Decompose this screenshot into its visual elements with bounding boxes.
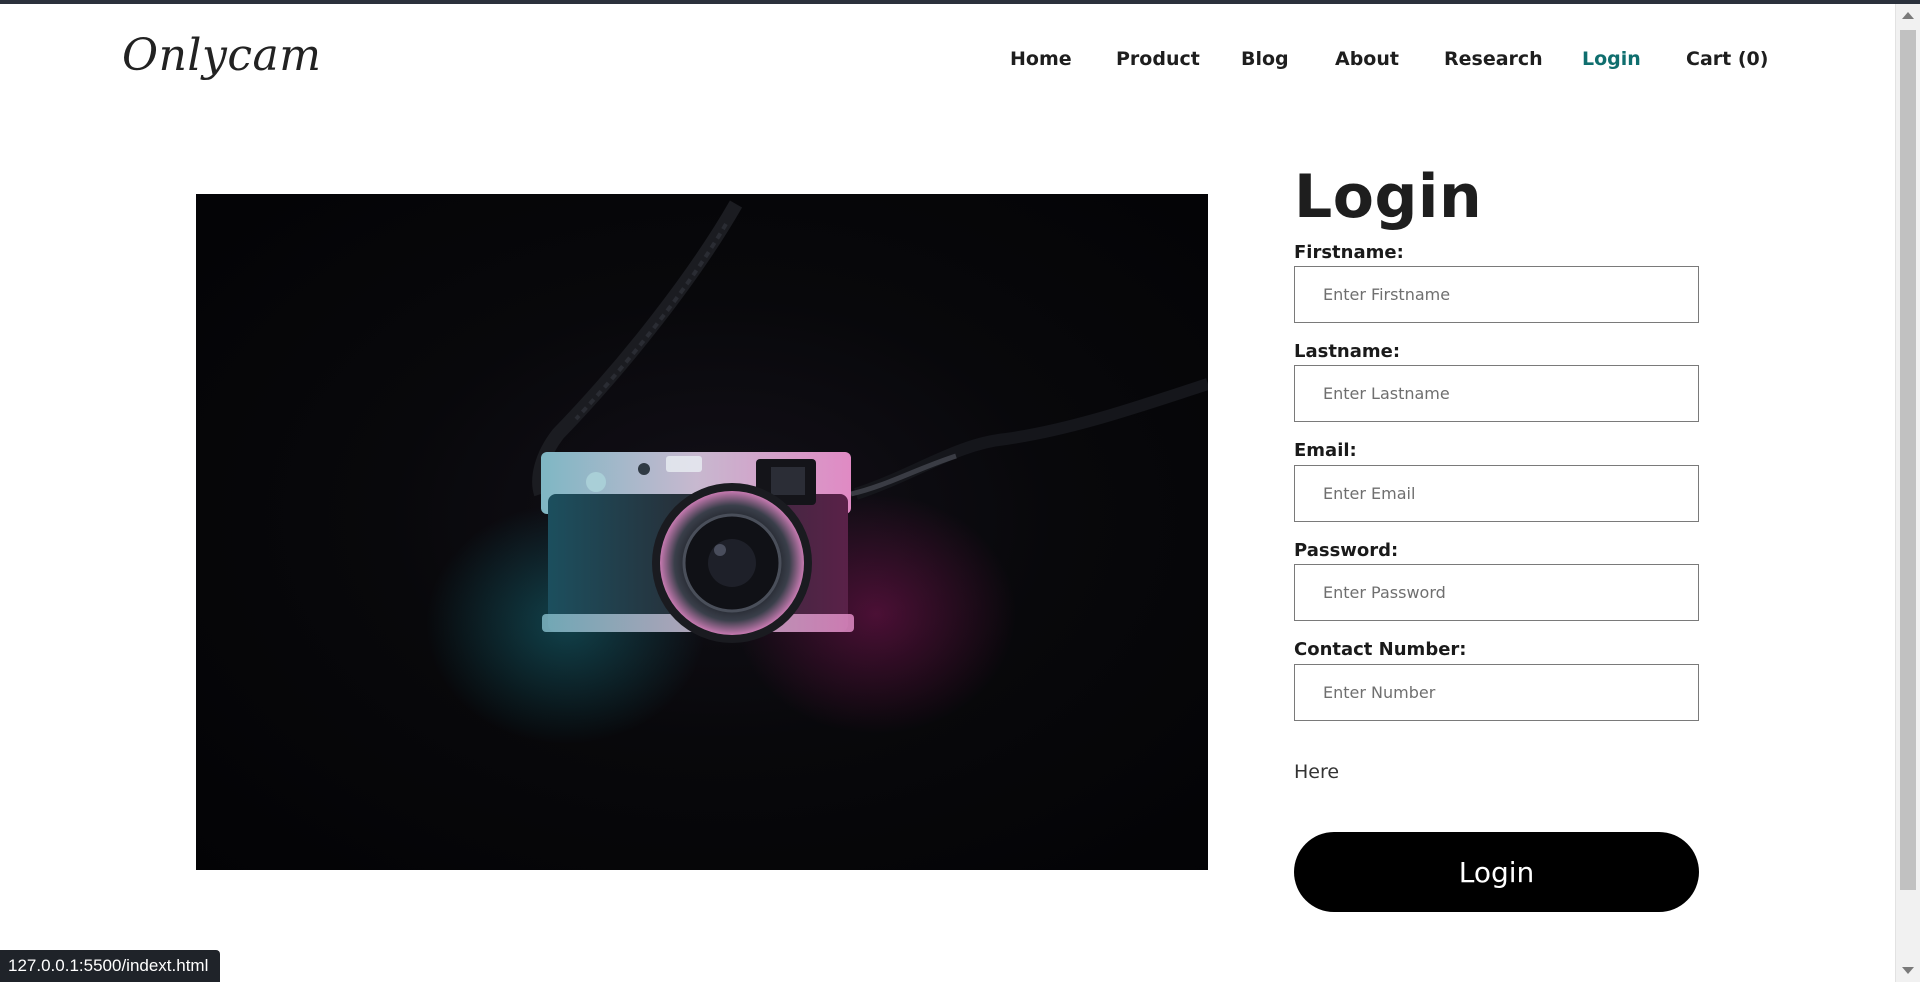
vertical-scrollbar[interactable] [1895, 4, 1920, 982]
scrollbar-thumb[interactable] [1900, 30, 1916, 890]
status-bar-url: 127.0.0.1:5500/indext.html [0, 950, 221, 982]
firstname-input[interactable] [1294, 266, 1699, 323]
nav-cart-link[interactable]: Cart (0) [1686, 48, 1768, 70]
password-label: Password: [1294, 540, 1399, 561]
page: Onlycam Home Product Blog About Research… [0, 4, 1895, 982]
scroll-down-arrow-icon[interactable] [1902, 967, 1914, 974]
nav-product-link[interactable]: Product [1116, 48, 1200, 70]
nav-about-link[interactable]: About [1335, 48, 1399, 70]
lastname-label: Lastname: [1294, 341, 1401, 362]
hero-camera-photo [196, 194, 1208, 870]
scroll-up-arrow-icon[interactable] [1902, 12, 1914, 19]
contact-number-label: Contact Number: [1294, 639, 1467, 660]
login-submit-button[interactable]: Login [1294, 832, 1699, 912]
firstname-label: Firstname: [1294, 242, 1404, 263]
password-input[interactable] [1294, 564, 1699, 621]
main-nav: Home Product Blog About Research Login C… [0, 48, 1895, 78]
nav-home-link[interactable]: Home [1010, 48, 1072, 70]
camera-illustration [426, 200, 1208, 744]
nav-login-link[interactable]: Login [1582, 48, 1641, 70]
contact-number-input[interactable] [1294, 664, 1699, 721]
email-input[interactable] [1294, 465, 1699, 522]
nav-research-link[interactable]: Research [1444, 48, 1543, 70]
nav-blog-link[interactable]: Blog [1241, 48, 1289, 70]
here-text: Here [1294, 761, 1340, 783]
lastname-input[interactable] [1294, 365, 1699, 422]
email-label: Email: [1294, 440, 1357, 461]
page-title: Login [1294, 162, 1483, 232]
